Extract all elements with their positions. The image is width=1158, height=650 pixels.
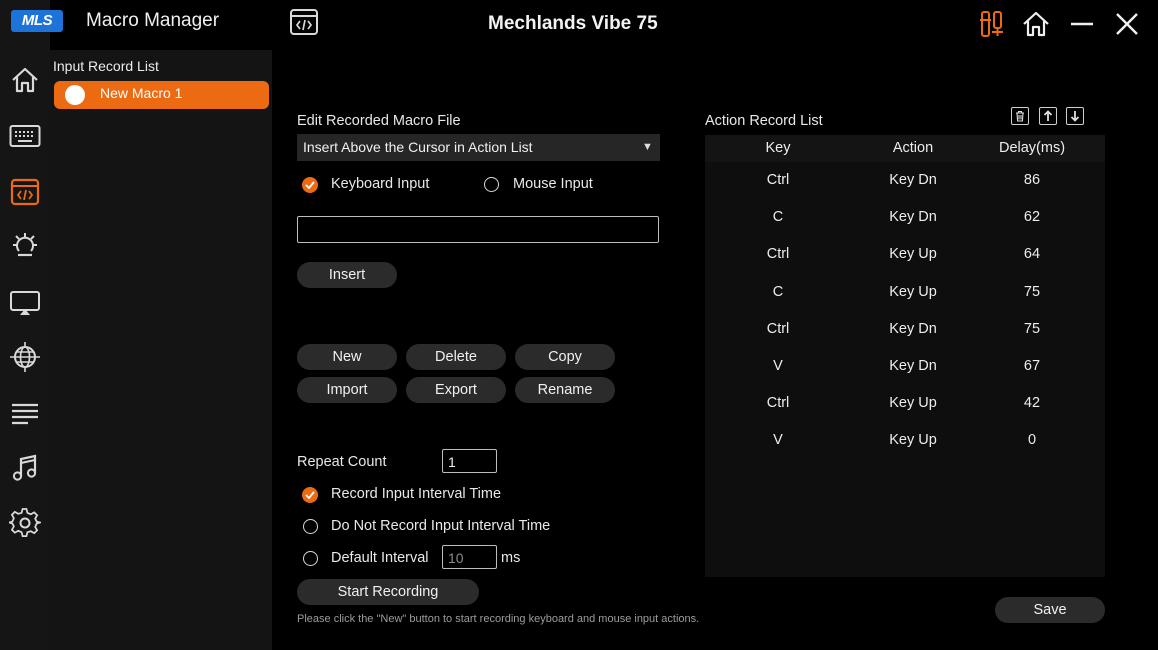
home-icon[interactable] <box>9 64 41 96</box>
rename-button[interactable]: Rename <box>515 377 615 403</box>
cell-key: Ctrl <box>766 172 790 188</box>
no-record-interval-radio[interactable] <box>303 519 318 534</box>
record-interval-label: Record Input Interval Time <box>331 486 502 502</box>
cell-key: C <box>772 283 784 300</box>
start-recording-button[interactable]: Start Recording <box>297 579 479 605</box>
cell-delay: 42 <box>1023 395 1041 412</box>
input-record-title: Input Record List <box>53 58 159 74</box>
cell-key: Ctrl <box>766 320 790 337</box>
default-interval-input[interactable]: 10 <box>442 545 497 569</box>
chevron-down-icon[interactable]: ▼ <box>642 141 653 153</box>
cell-action: Key Dn <box>889 320 937 337</box>
cell-delay: 64 <box>1023 246 1041 263</box>
cell-delay: 62 <box>1023 209 1041 226</box>
cell-delay: 86 <box>1023 172 1041 188</box>
cell-action: Key Up <box>889 432 937 449</box>
close-icon[interactable] <box>1109 6 1145 42</box>
app-title: Macro Manager <box>86 10 220 31</box>
cell-delay: 0 <box>1027 432 1037 449</box>
cell-action: Key Dn <box>889 358 937 374</box>
insert-button[interactable]: Insert <box>297 262 397 288</box>
interval-unit-label: ms <box>501 550 521 566</box>
cell-action: Key Up <box>889 246 937 263</box>
mouse-input-radio[interactable] <box>484 177 499 192</box>
cell-key: C <box>772 209 784 226</box>
cell-key: V <box>773 432 783 449</box>
nav-rail <box>0 0 50 650</box>
cell-action: Key Dn <box>889 172 937 188</box>
default-interval-radio[interactable] <box>303 551 318 566</box>
save-button[interactable]: Save <box>995 597 1105 623</box>
copy-button[interactable]: Copy <box>515 344 615 370</box>
delete-button[interactable]: Delete <box>406 344 506 370</box>
trash-icon[interactable] <box>1011 107 1029 125</box>
cell-delay: 75 <box>1023 283 1041 300</box>
cell-delay: 67 <box>1023 358 1041 374</box>
cell-key: Ctrl <box>766 246 790 263</box>
macro-item-toggle[interactable] <box>65 85 85 105</box>
macro-item-label: New Macro 1 <box>100 85 183 101</box>
keyboard-input-radio[interactable] <box>302 177 318 193</box>
default-interval-label: Default Interval <box>331 550 429 566</box>
export-button[interactable]: Export <box>406 377 506 403</box>
network-icon[interactable] <box>9 341 41 373</box>
cell-key: V <box>773 358 783 374</box>
keyboard-icon[interactable] <box>9 120 41 152</box>
arrow-up-icon[interactable] <box>1039 107 1057 125</box>
home-icon[interactable] <box>1018 6 1054 42</box>
cell-key: Ctrl <box>766 395 790 412</box>
settings-icon[interactable] <box>9 507 41 539</box>
no-record-interval-label: Do Not Record Input Interval Time <box>331 518 551 534</box>
column-header-key: Key <box>765 140 791 156</box>
text-align-icon[interactable] <box>9 397 41 429</box>
music-icon[interactable] <box>9 452 41 484</box>
edit-section-title: Edit Recorded Macro File <box>297 113 461 129</box>
arrow-down-icon[interactable] <box>1066 107 1084 125</box>
cell-action: Key Dn <box>889 209 937 226</box>
column-header-delay: Delay(ms) <box>998 140 1066 156</box>
action-list-title: Action Record List <box>705 113 823 129</box>
mouse-input-label: Mouse Input <box>513 176 593 192</box>
cell-action: Key Up <box>889 395 937 412</box>
macro-page-icon <box>289 8 319 36</box>
repeat-count-input[interactable]: 1 <box>442 449 497 473</box>
keyboard-input-label: Keyboard Input <box>331 176 430 192</box>
insert-mode-value: Insert Above the Cursor in Action List <box>303 139 533 155</box>
key-input-field[interactable] <box>297 216 659 243</box>
hint-text: Please click the "New" button to start r… <box>297 613 700 625</box>
lighting-icon[interactable] <box>9 231 41 263</box>
device-title: Mechlands Vibe 75 <box>488 13 658 34</box>
keyboard-adjust-icon[interactable] <box>974 6 1010 42</box>
new-button[interactable]: New <box>297 344 397 370</box>
input-record-panel <box>50 50 272 650</box>
macro-icon[interactable] <box>9 176 41 208</box>
brand-logo: MLS <box>11 10 63 32</box>
minimize-icon[interactable] <box>1064 6 1100 42</box>
display-icon[interactable] <box>9 287 41 319</box>
repeat-count-label: Repeat Count <box>297 454 387 470</box>
import-button[interactable]: Import <box>297 377 397 403</box>
column-header-action: Action <box>892 140 934 156</box>
cell-action: Key Up <box>889 283 937 300</box>
cell-delay: 75 <box>1023 320 1041 337</box>
record-interval-radio[interactable] <box>302 487 318 503</box>
